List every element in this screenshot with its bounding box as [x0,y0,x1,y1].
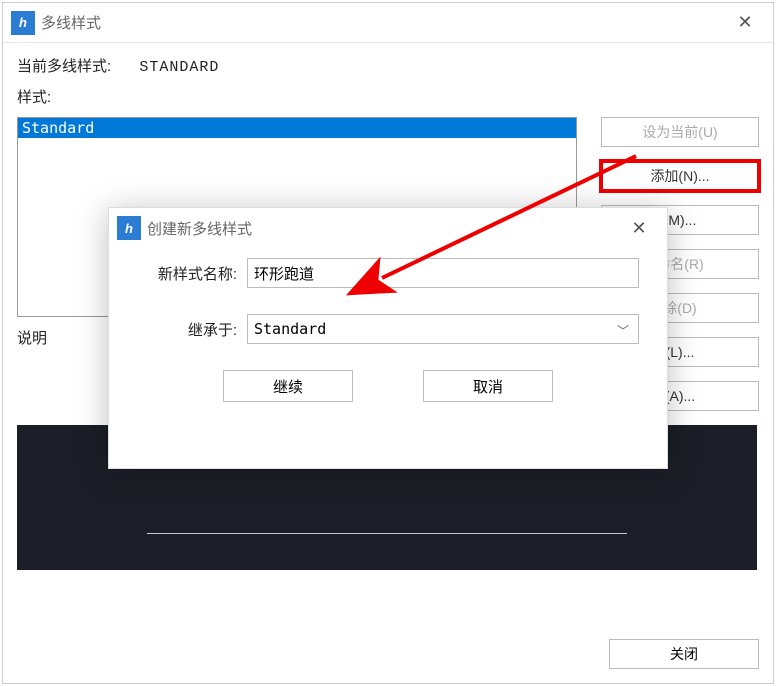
style-name-input[interactable] [247,258,639,288]
current-style-value: STANDARD [139,59,219,76]
main-footer: 关闭 [609,639,759,669]
inner-title: 创建新多线样式 [147,218,252,239]
main-close-button[interactable]: ✕ [725,3,765,43]
set-current-button[interactable]: 设为当前(U) [601,117,759,147]
create-style-dialog: h 创建新多线样式 ✕ 新样式名称: 继承于: ﹀ 继续 取消 [108,207,668,469]
inner-close-button[interactable]: ✕ [619,208,659,248]
inherit-label: 继承于: [137,319,247,340]
app-icon: h [11,11,35,35]
preview-line-bottom [147,533,627,534]
current-style-label: 当前多线样式: [17,55,111,76]
main-title: 多线样式 [41,12,101,33]
current-style-row: 当前多线样式: STANDARD [17,55,759,76]
name-label: 新样式名称: [137,263,247,284]
inner-titlebar: h 创建新多线样式 ✕ [109,208,667,248]
main-titlebar: h 多线样式 ✕ [3,3,773,43]
list-item[interactable]: Standard [18,118,576,138]
inherit-select[interactable] [247,314,639,344]
inherit-select-wrap: ﹀ [247,314,639,344]
cancel-button[interactable]: 取消 [423,370,553,402]
name-row: 新样式名称: [137,258,639,288]
add-button[interactable]: 添加(N)... [601,161,759,191]
inner-button-row: 继续 取消 [137,370,639,402]
inherit-row: 继承于: ﹀ [137,314,639,344]
continue-button[interactable]: 继续 [223,370,353,402]
app-icon: h [117,216,141,240]
inner-body: 新样式名称: 继承于: ﹀ 继续 取消 [109,248,667,402]
close-button[interactable]: 关闭 [609,639,759,669]
styles-label: 样式: [17,86,759,107]
